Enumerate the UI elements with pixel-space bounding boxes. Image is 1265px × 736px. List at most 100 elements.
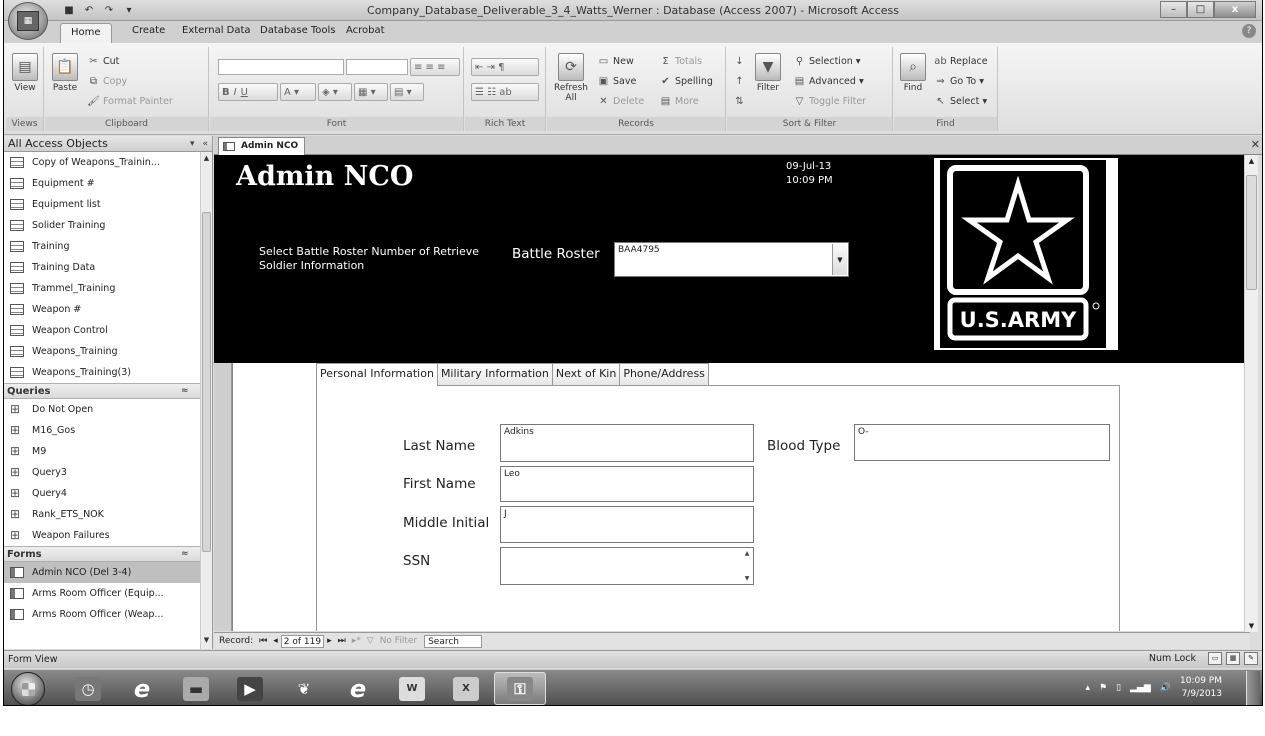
align-buttons[interactable]: ≡ ≡ ≡ [410,58,460,76]
taskbar-app[interactable]: ❦ [278,672,330,705]
start-button[interactable] [11,672,45,705]
nav-query-item[interactable]: ⊞ M16_Gos [4,420,201,441]
battery-icon[interactable]: ▯ [1116,683,1121,693]
clock[interactable]: 10:09 PM 7/9/2013 [1180,675,1222,701]
scroll-thumb[interactable] [202,212,211,552]
nav-table-item[interactable]: Equipment list [4,194,201,215]
taskbar-ie-2[interactable]: e [332,672,384,705]
replace-button[interactable]: ab Replace [934,55,987,67]
collapse-icon[interactable]: ≈ [181,549,201,559]
maximize-button[interactable]: □ [1187,1,1214,18]
nav-table-item[interactable]: Training [4,236,201,257]
nav-form-item[interactable]: Arms Room Officer (Equip... [4,583,201,604]
tab-database-tools[interactable]: Database Tools [260,25,336,36]
nav-query-item[interactable]: ⊞ Do Not Open [4,399,201,420]
middle-initial-field[interactable]: J [500,506,754,543]
layout-view-icon[interactable]: ▦ [1226,652,1240,665]
ssn-field[interactable]: ▲ ▼ [500,547,754,585]
form-scrollbar[interactable]: ▲ ▼ [1244,155,1258,632]
show-hidden-icons-icon[interactable]: ▴ [1085,683,1090,693]
advanced-button[interactable]: ▤ Advanced ▾ [793,75,864,87]
nav-query-item[interactable]: ⊞ Query3 [4,462,201,483]
ssn-spinner[interactable]: ▲ ▼ [741,548,753,584]
first-name-field[interactable]: Leo [500,466,754,502]
tab-phone-address[interactable]: Phone/Address [619,363,709,385]
nav-table-item[interactable]: Solider Training [4,215,201,236]
list-buttons[interactable]: ☰ ☷ ab [471,83,539,101]
caret-up-icon[interactable]: ▲ [745,550,750,557]
taskbar-ie[interactable]: e [116,672,168,705]
volume-icon[interactable]: 🔊 [1160,683,1171,693]
previous-record-icon[interactable]: ◂ [270,636,281,646]
nav-section-queries[interactable]: Queries ≈ [4,383,201,399]
taskbar-outlook[interactable]: ◷ [62,672,114,705]
refresh-all-button[interactable]: ⟳ Refresh All [550,53,592,103]
more-button[interactable]: ▤ More [659,95,699,107]
copy-button[interactable]: ⧉ Copy [87,75,127,87]
nav-table-item[interactable]: Weapon # [4,299,201,320]
clear-sort-button[interactable]: ⇅ [733,95,746,107]
taskbar-explorer[interactable]: ▬ [170,672,222,705]
help-icon[interactable]: ? [1242,24,1256,38]
show-desktop-button[interactable] [1246,671,1260,705]
tab-create[interactable]: Create [132,25,165,36]
nav-query-item[interactable]: ⊞ Rank_ETS_NOK [4,504,201,525]
tab-military-information[interactable]: Military Information [436,363,553,385]
nav-table-item[interactable]: Weapons_Training(3) [4,362,201,383]
nav-form-item[interactable]: Admin NCO (Del 3-4) [4,562,201,583]
goto-button[interactable]: ⇒ Go To ▾ [934,75,984,87]
nav-query-item[interactable]: ⊞ Weapon Failures [4,525,201,546]
nav-table-item[interactable]: Weapons_Training [4,341,201,362]
tab-acrobat[interactable]: Acrobat [346,25,385,36]
nav-form-item[interactable]: Arms Room Officer (Weap... [4,604,201,625]
first-record-icon[interactable]: ⏮ [256,636,270,646]
current-record-field[interactable]: 2 of 119 [280,634,325,648]
blood-type-field[interactable]: O- [854,424,1110,461]
filter-button[interactable]: ▼ Filter [751,53,785,93]
tab-personal-information[interactable]: Personal Information [316,363,438,386]
form-view-icon[interactable]: ▭ [1208,652,1222,665]
office-button[interactable]: ▦ [8,2,48,40]
cut-button[interactable]: ✂ Cut [87,55,119,67]
tab-next-of-kin[interactable]: Next of Kin [551,363,621,385]
minimize-button[interactable]: – [1160,1,1187,18]
nav-table-item[interactable]: Equipment # [4,173,201,194]
last-record-icon[interactable]: ⏭ [335,636,349,646]
caret-down-icon[interactable]: ▼ [745,575,750,582]
document-tab-admin-nco[interactable]: Admin NCO [218,137,306,155]
shutter-bar-close-icon[interactable]: « [202,139,208,149]
nav-query-item[interactable]: ⊞ Query4 [4,483,201,504]
nav-section-forms[interactable]: Forms ≈ [4,546,201,562]
totals-button[interactable]: Σ Totals [659,55,702,67]
font-color-button[interactable]: A ▾ [280,83,316,101]
network-icon[interactable]: ▂▄▆ [1130,683,1151,693]
view-button[interactable]: ▤ View [10,53,40,93]
next-record-icon[interactable]: ▸ [324,636,335,646]
fill-color-button[interactable]: ◈ ▾ [318,83,352,101]
search-input[interactable]: Search [424,634,483,648]
nav-table-item[interactable]: Training Data [4,257,201,278]
delete-record-button[interactable]: ✕ Delete [597,95,644,107]
nav-table-item[interactable]: Trammel_Training [4,278,201,299]
last-name-field[interactable]: Adkins [500,424,754,462]
toggle-filter-button[interactable]: ▽ Toggle Filter [793,95,866,107]
indent-buttons[interactable]: ⇤ ⇥ ¶ [471,58,539,76]
new-record-button[interactable]: ▭ New [597,55,634,67]
font-name-select[interactable] [218,59,344,75]
nav-query-item[interactable]: ⊞ M9 [4,441,201,462]
spelling-button[interactable]: ✔ Spelling [659,75,713,87]
nav-scrollbar[interactable]: ▲ ▼ [200,152,212,649]
sort-ascending-button[interactable]: ↓ [733,55,746,67]
gridlines-button[interactable]: ▦ ▾ [354,83,388,101]
scroll-thumb[interactable] [1246,175,1257,290]
taskbar-excel[interactable]: X [440,672,492,705]
collapse-icon[interactable]: ≈ [181,386,201,396]
select-button[interactable]: ↖ Select ▾ [934,95,987,107]
close-button[interactable]: x [1214,1,1256,18]
no-filter-button[interactable]: No Filter [377,636,420,646]
chevron-down-icon[interactable]: ▼ [832,244,847,275]
nav-table-item[interactable]: Copy of Weapons_Trainin... [4,152,201,173]
selection-button[interactable]: ⚲ Selection ▾ [793,55,861,67]
scroll-up-icon[interactable]: ▲ [201,154,212,165]
paste-button[interactable]: 📋 Paste [49,53,81,93]
